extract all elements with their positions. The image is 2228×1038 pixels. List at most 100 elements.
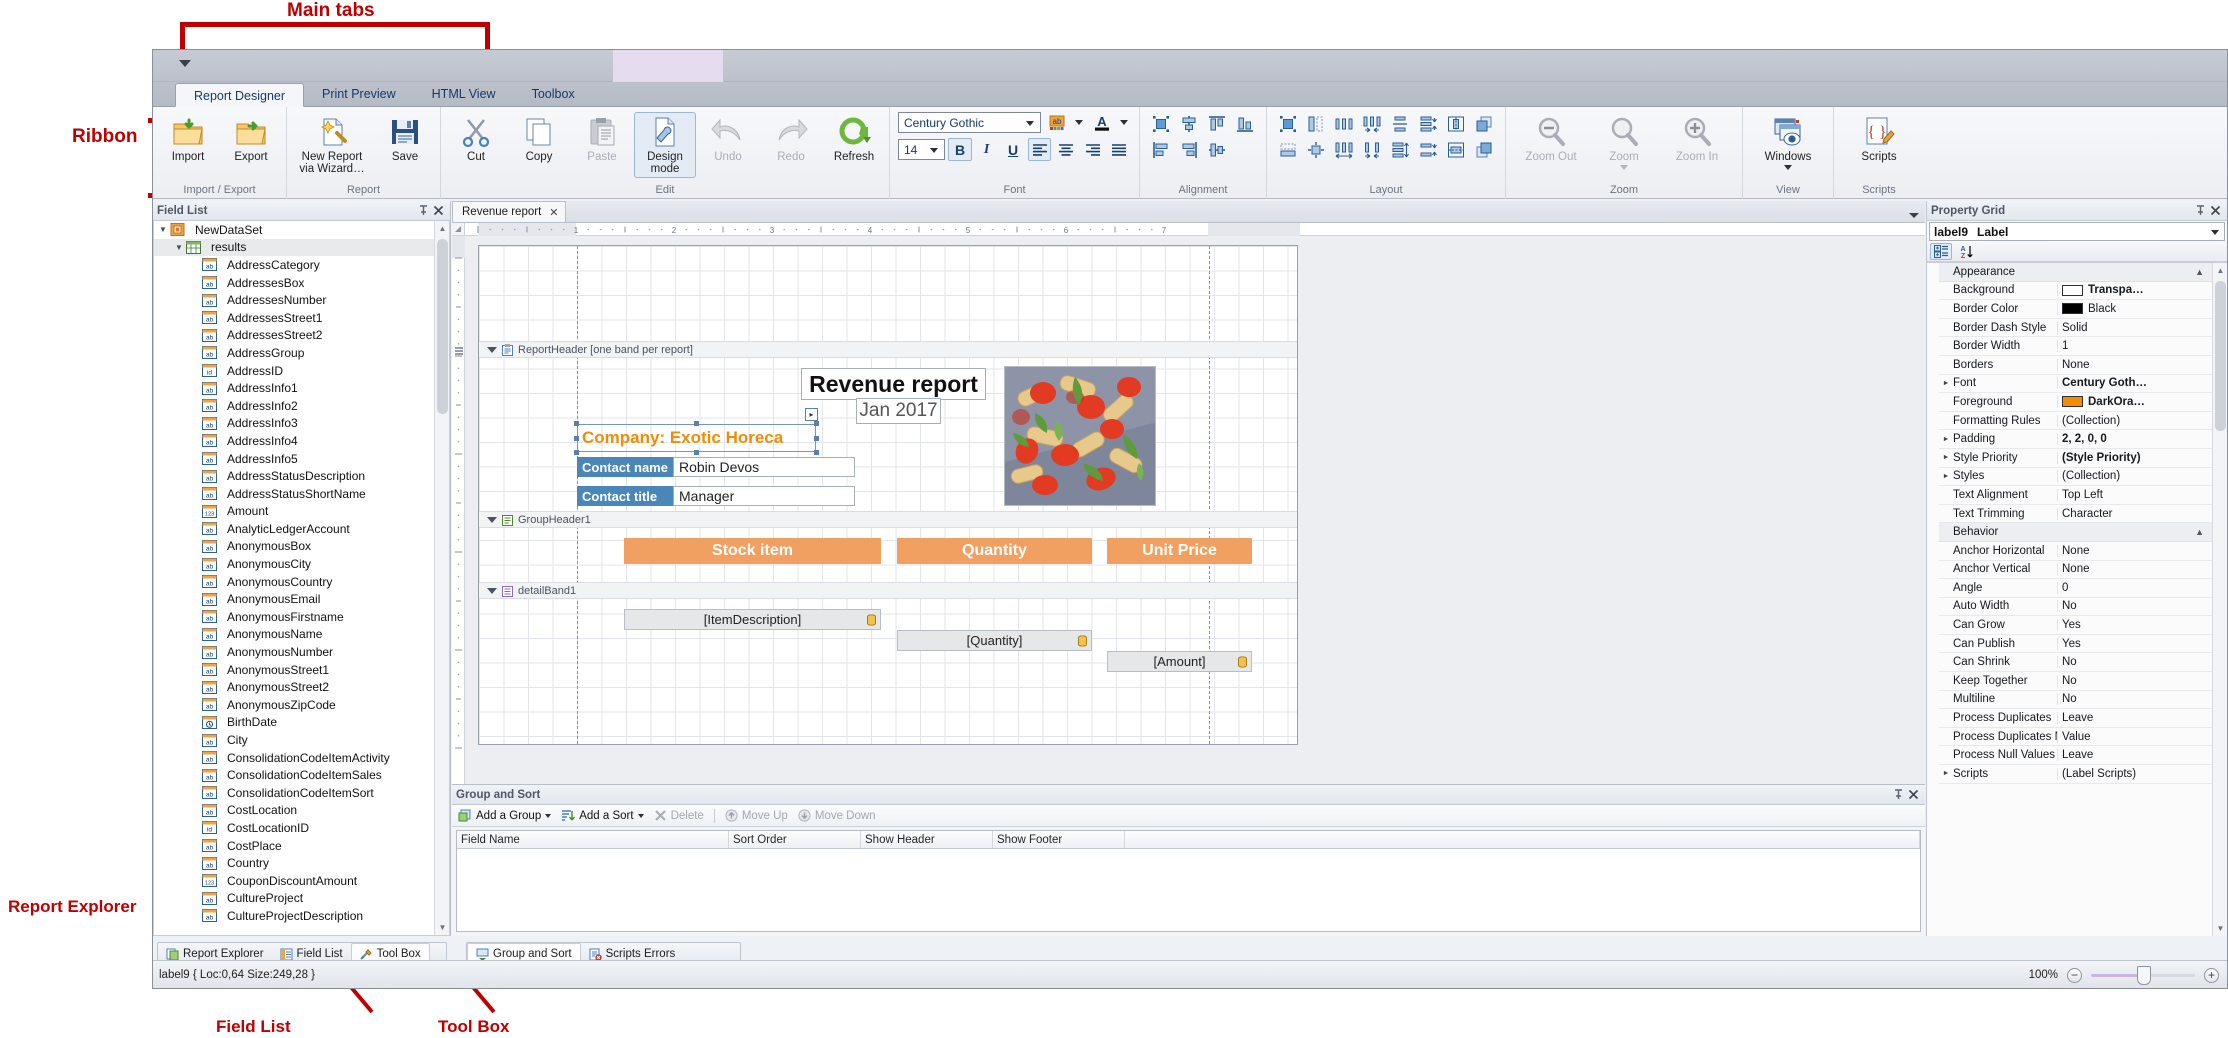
horizontal-spacing-increase-button[interactable] bbox=[1331, 138, 1357, 162]
property-value[interactable]: (Collection) bbox=[2057, 470, 2212, 482]
band-header-detailband1[interactable]: detailBand1 bbox=[479, 582, 1297, 599]
column-header-sort-order[interactable]: Sort Order bbox=[729, 831, 861, 848]
alphabetical-sort-button[interactable]: A Z bbox=[1955, 243, 1977, 260]
property-row[interactable]: Border Width1 bbox=[1939, 337, 2212, 356]
vertical-spacing-decrease-button[interactable] bbox=[1415, 112, 1441, 136]
property-value[interactable]: Leave bbox=[2057, 712, 2212, 724]
tree-node-table[interactable]: ▼results bbox=[154, 239, 449, 257]
contact-name-label[interactable]: Contact name bbox=[577, 457, 673, 477]
property-expander-icon[interactable]: ► bbox=[1939, 454, 1953, 461]
property-value[interactable]: No bbox=[2057, 675, 2212, 687]
tree-node-field[interactable]: abAnonymousFirstname bbox=[154, 608, 449, 626]
vertical-spacing-remove-button[interactable] bbox=[1415, 138, 1441, 162]
import-button[interactable]: Import bbox=[157, 112, 219, 166]
tree-node-field[interactable]: abAnalyticLedgerAccount bbox=[154, 520, 449, 538]
column-header-unit-price[interactable]: Unit Price bbox=[1107, 538, 1252, 564]
align-right-button[interactable] bbox=[1081, 138, 1105, 161]
chevron-down-icon[interactable] bbox=[1026, 121, 1034, 126]
ribbon-tabstrip[interactable]: Report Designer Print Preview HTML View … bbox=[153, 82, 2227, 107]
save-button[interactable]: Save bbox=[374, 112, 436, 166]
close-icon[interactable] bbox=[1906, 787, 1921, 802]
property-row[interactable]: ForegroundDarkOra… bbox=[1939, 393, 2212, 412]
tab-html-view[interactable]: HTML View bbox=[414, 82, 514, 106]
property-value[interactable]: Top Left bbox=[2057, 489, 2212, 501]
property-category[interactable]: Behavior▲ bbox=[1939, 523, 2212, 542]
export-button[interactable]: Export bbox=[220, 112, 282, 166]
property-value[interactable]: 2, 2, 0, 0 bbox=[2057, 433, 2212, 445]
property-row[interactable]: Can ShrinkNo bbox=[1939, 653, 2212, 672]
underline-button[interactable]: U bbox=[1001, 138, 1025, 161]
align-bottoms-button[interactable] bbox=[1232, 112, 1258, 136]
property-value[interactable]: Century Goth… bbox=[2057, 377, 2212, 389]
contact-title-label[interactable]: Contact title bbox=[577, 486, 673, 506]
zoom-out-button[interactable]: Zoom Out bbox=[1510, 112, 1592, 166]
cut-button[interactable]: Cut bbox=[445, 112, 507, 166]
property-value[interactable]: Yes bbox=[2057, 619, 2212, 631]
tree-node-field[interactable]: abCity bbox=[154, 731, 449, 749]
tab-toolbox[interactable]: Toolbox bbox=[514, 82, 593, 106]
property-value[interactable]: (Style Priority) bbox=[2057, 452, 2212, 464]
property-row[interactable]: BordersNone bbox=[1939, 356, 2212, 375]
tree-node-field[interactable]: abAddressInfo4 bbox=[154, 432, 449, 450]
zoom-in-button[interactable]: Zoom In bbox=[1656, 112, 1738, 166]
group-sort-grid[interactable]: Field Name Sort Order Show Header Show F… bbox=[456, 830, 1921, 932]
text-highlight-caret-icon[interactable] bbox=[1075, 120, 1083, 125]
property-row[interactable]: ►Styles(Collection) bbox=[1939, 468, 2212, 487]
tree-node-field[interactable]: idAddressID bbox=[154, 362, 449, 380]
scroll-up-icon[interactable]: ▲ bbox=[2213, 263, 2227, 278]
tree-node-field[interactable]: abAddressStatusShortName bbox=[154, 485, 449, 503]
center-vertically-button[interactable] bbox=[1443, 138, 1469, 162]
detail-field-amount[interactable]: [Amount] bbox=[1107, 651, 1252, 672]
font-family-combo[interactable]: Century Gothic bbox=[898, 112, 1041, 133]
align-center-button[interactable] bbox=[1054, 138, 1078, 161]
vertical-spacing-increase-button[interactable] bbox=[1387, 138, 1413, 162]
property-value[interactable]: Yes bbox=[2057, 638, 2212, 650]
copy-button[interactable]: Copy bbox=[508, 112, 570, 166]
tab-report-designer[interactable]: Report Designer bbox=[175, 83, 304, 107]
close-icon[interactable] bbox=[431, 203, 446, 218]
property-value[interactable]: 1 bbox=[2057, 340, 2212, 352]
property-expander-icon[interactable]: ► bbox=[1939, 380, 1953, 387]
property-row[interactable]: ►Style Priority(Style Priority) bbox=[1939, 449, 2212, 468]
property-value[interactable]: Black bbox=[2057, 303, 2212, 315]
quick-access-toolbar[interactable] bbox=[153, 50, 2227, 82]
tree-node-field[interactable]: BirthDate bbox=[154, 714, 449, 732]
field-list-scrollbar[interactable]: ▲ ▼ bbox=[434, 221, 449, 935]
mdi-tabstrip[interactable]: Revenue report ✕ bbox=[452, 201, 1925, 223]
new-report-via-wizard-button[interactable]: New Report via Wizard… bbox=[291, 112, 373, 178]
property-value[interactable]: Solid bbox=[2057, 322, 2212, 334]
contact-title-value[interactable]: Manager bbox=[673, 486, 855, 506]
font-color-caret-icon[interactable] bbox=[1120, 120, 1128, 125]
report-title-label[interactable]: Revenue report bbox=[801, 368, 986, 400]
property-grid-object-selector[interactable]: label9 Label bbox=[1929, 222, 2225, 241]
tree-node-field[interactable]: abCostLocation bbox=[154, 802, 449, 820]
italic-button[interactable]: I bbox=[975, 138, 999, 161]
property-row[interactable]: Border Dash StyleSolid bbox=[1939, 319, 2212, 338]
windows-button[interactable]: Windows bbox=[1747, 112, 1829, 173]
tree-node-field[interactable]: abAddressInfo2 bbox=[154, 397, 449, 415]
property-grid-scrollbar[interactable]: ▲ ▼ bbox=[2212, 263, 2227, 936]
chevron-down-icon[interactable] bbox=[1909, 213, 1919, 218]
font-color-button[interactable]: A bbox=[1089, 111, 1114, 134]
property-value[interactable]: Value bbox=[2057, 731, 2212, 743]
property-expander-icon[interactable]: ► bbox=[1939, 436, 1953, 443]
property-row[interactable]: ►FontCentury Goth… bbox=[1939, 375, 2212, 394]
tree-node-field[interactable]: idCostLocationID bbox=[154, 819, 449, 837]
windows-caret-icon[interactable] bbox=[1784, 165, 1792, 170]
align-centers-button[interactable] bbox=[1176, 112, 1202, 136]
chevron-down-icon[interactable] bbox=[930, 148, 938, 153]
property-value[interactable]: None bbox=[2057, 545, 2212, 557]
move-down-button[interactable]: Move Down bbox=[798, 809, 876, 822]
tree-node-field[interactable]: abAddressInfo3 bbox=[154, 415, 449, 433]
detail-field-quantity[interactable]: [Quantity] bbox=[897, 630, 1092, 651]
property-value[interactable]: None bbox=[2057, 563, 2212, 575]
tree-node-field[interactable]: abAnonymousEmail bbox=[154, 590, 449, 608]
send-to-back-button[interactable] bbox=[1471, 138, 1497, 162]
property-row[interactable]: ►Padding2, 2, 0, 0 bbox=[1939, 430, 2212, 449]
property-row[interactable]: Auto WidthNo bbox=[1939, 598, 2212, 617]
property-row[interactable]: MultilineNo bbox=[1939, 691, 2212, 710]
detail-field-itemdescription[interactable]: [ItemDescription] bbox=[624, 609, 881, 630]
zoom-slider-track[interactable] bbox=[2091, 974, 2195, 977]
categorized-button[interactable] bbox=[1930, 243, 1952, 260]
smart-tag-icon[interactable]: ▸ bbox=[805, 408, 818, 421]
